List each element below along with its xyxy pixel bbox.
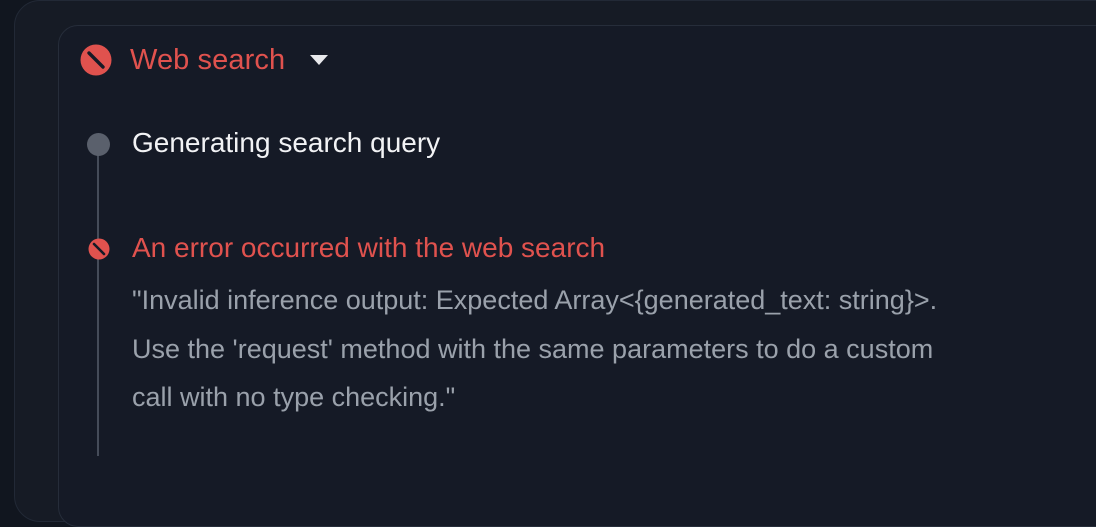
dot-icon: [87, 133, 110, 156]
blocked-icon: [80, 44, 112, 76]
error-message: "Invalid inference output: Expected Arra…: [132, 285, 938, 412]
panel-title: Web search: [130, 43, 286, 76]
step-label-generating: Generating search query: [132, 127, 441, 158]
triangle-down-icon[interactable]: [309, 53, 329, 67]
step-label-error: An error occurred with the web search: [132, 232, 606, 263]
timeline-line: [97, 146, 99, 456]
blocked-icon: [88, 238, 110, 260]
web-search-header[interactable]: Web search: [80, 38, 329, 82]
